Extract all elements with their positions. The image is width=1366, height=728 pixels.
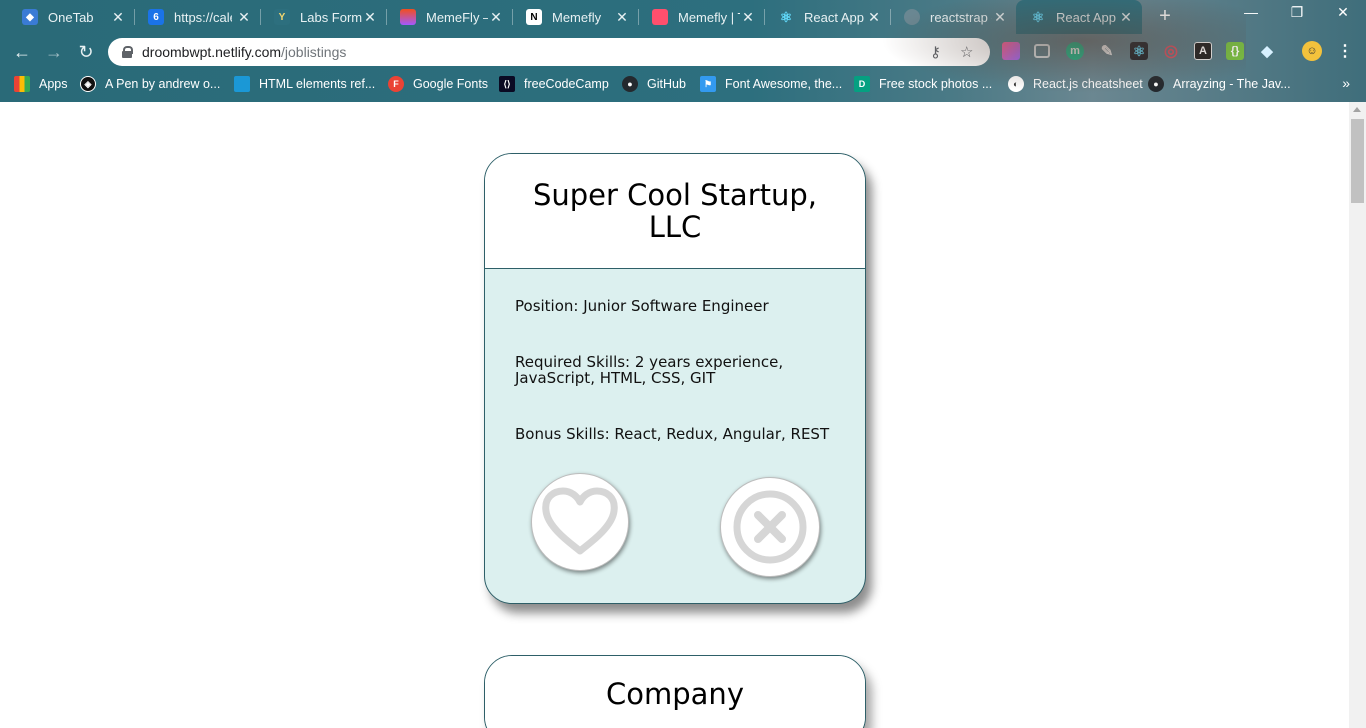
freecodecamp-icon: ⟨⟩ bbox=[499, 76, 515, 92]
bookmarks-bar: Apps ◈ A Pen by andrew o... HTML element… bbox=[0, 70, 1366, 98]
bookmark-reactjs-cheatsheet[interactable]: ◐ React.js cheatsheet bbox=[1008, 75, 1143, 93]
dislike-button[interactable] bbox=[720, 477, 820, 577]
profile-avatar-icon[interactable]: ☺ bbox=[1302, 41, 1322, 61]
bookmark-apps[interactable]: Apps bbox=[14, 75, 68, 93]
github-icon: ● bbox=[622, 76, 638, 92]
tab-memefly-figma[interactable]: MemeFly – ✕ bbox=[386, 0, 512, 34]
bookmark-codepen[interactable]: ◈ A Pen by andrew o... bbox=[80, 75, 220, 93]
tab-memefly-notion[interactable]: N Memefly ✕ bbox=[512, 0, 638, 34]
scroll-up-arrow-icon[interactable] bbox=[1353, 107, 1361, 112]
figma-icon bbox=[400, 9, 416, 25]
trello-icon bbox=[652, 9, 668, 25]
json-formatter-icon[interactable]: {} bbox=[1226, 42, 1244, 60]
react-icon: ⚛ bbox=[779, 8, 793, 25]
lock-icon bbox=[122, 46, 133, 58]
required-skills: Required Skills: 2 years experience, Jav… bbox=[515, 353, 784, 387]
reactstrap-icon bbox=[904, 9, 920, 25]
job-card-header: Super Cool Startup, LLC bbox=[485, 154, 865, 269]
codepen-icon: ◈ bbox=[80, 76, 96, 92]
globe-icon: ◐ bbox=[1008, 76, 1024, 92]
job-position: Position: Junior Software Engineer bbox=[515, 297, 769, 315]
restore-icon[interactable]: ❐ bbox=[1282, 4, 1312, 21]
font-awesome-icon: ⚑ bbox=[700, 76, 716, 92]
page-scrollbar[interactable] bbox=[1349, 102, 1366, 728]
like-button[interactable] bbox=[531, 473, 629, 571]
react-icon: ⚛ bbox=[1031, 8, 1045, 25]
scroll-thumb[interactable] bbox=[1351, 119, 1364, 203]
bookmark-arrayzing[interactable]: ● Arrayzing - The Jav... bbox=[1148, 75, 1291, 93]
screen-capture-icon[interactable] bbox=[1034, 44, 1050, 58]
browser-chrome: ◆ OneTab ✕ 6 https://cale ✕ Y Labs Forms… bbox=[0, 0, 1366, 102]
github-icon: ● bbox=[1148, 76, 1164, 92]
eyedropper-icon[interactable]: ✎ bbox=[1098, 42, 1116, 60]
bookmark-pexels[interactable]: D Free stock photos ... bbox=[854, 75, 992, 93]
mercury-extension-icon[interactable]: m bbox=[1066, 42, 1084, 60]
mdn-icon bbox=[234, 76, 250, 92]
reload-icon[interactable]: ↻ bbox=[74, 41, 98, 63]
onetab-icon: ◆ bbox=[22, 9, 38, 25]
tab-labs-forms[interactable]: Y Labs Forms ✕ bbox=[260, 0, 386, 34]
tab-memefly-trello[interactable]: Memefly | T ✕ bbox=[638, 0, 764, 34]
company-name: Super Cool Startup, LLC bbox=[532, 178, 818, 244]
job-card: Company bbox=[484, 655, 866, 728]
tab-strip: ◆ OneTab ✕ 6 https://cale ✕ Y Labs Forms… bbox=[0, 0, 1366, 34]
tab-reactstrap[interactable]: reactstrap - ✕ bbox=[890, 0, 1016, 34]
google-fonts-icon: F bbox=[388, 76, 404, 92]
calendar-icon: 6 bbox=[148, 9, 164, 25]
job-card-header: Company bbox=[485, 656, 865, 728]
notion-icon: N bbox=[526, 9, 542, 25]
company-name: Company bbox=[606, 677, 744, 711]
typeform-icon: Y bbox=[274, 9, 290, 25]
forward-arrow-icon[interactable]: → bbox=[42, 41, 66, 63]
close-icon[interactable]: ✕ bbox=[362, 9, 378, 25]
close-icon[interactable]: ✕ bbox=[110, 9, 126, 25]
job-card: Super Cool Startup, LLC Position: Junior… bbox=[484, 153, 866, 604]
chevron-double-right-icon[interactable]: » bbox=[1342, 75, 1350, 91]
bookmark-font-awesome[interactable]: ⚑ Font Awesome, the... bbox=[700, 75, 842, 93]
close-icon[interactable]: ✕ bbox=[488, 9, 504, 25]
bookmark-mdn[interactable]: HTML elements ref... bbox=[234, 75, 375, 93]
close-icon[interactable]: ✕ bbox=[740, 9, 756, 25]
extension-gradient-icon[interactable] bbox=[1002, 42, 1020, 60]
close-icon[interactable]: ✕ bbox=[866, 9, 882, 25]
new-tab-button[interactable]: + bbox=[1154, 6, 1176, 28]
bonus-skills: Bonus Skills: React, Redux, Angular, RES… bbox=[515, 425, 830, 443]
close-icon[interactable]: ✕ bbox=[992, 9, 1008, 25]
tab-react-app[interactable]: ⚛ React App ✕ bbox=[764, 0, 890, 34]
apps-grid-icon bbox=[14, 76, 30, 92]
close-icon[interactable]: ✕ bbox=[1118, 9, 1134, 25]
bookmark-freecodecamp[interactable]: ⟨⟩ freeCodeCamp bbox=[499, 75, 609, 93]
back-arrow-icon[interactable]: ← bbox=[10, 41, 34, 63]
key-icon[interactable]: ⚷ bbox=[930, 43, 941, 61]
browser-toolbar: ← → ↻ droombwpt.netlify.com/joblistings … bbox=[0, 34, 1366, 70]
diamond-extension-icon[interactable]: ◆ bbox=[1258, 42, 1276, 60]
bookmark-star-icon[interactable]: ☆ bbox=[960, 43, 973, 61]
redux-devtools-icon[interactable]: ◎ bbox=[1162, 42, 1180, 60]
tab-onetab[interactable]: ◆ OneTab ✕ bbox=[8, 0, 134, 34]
card-actions bbox=[515, 473, 835, 603]
close-icon[interactable]: ✕ bbox=[236, 9, 252, 25]
menu-kebab-icon[interactable]: ⋮ bbox=[1336, 42, 1354, 60]
close-circle-icon bbox=[733, 490, 807, 564]
text-extension-icon[interactable]: A bbox=[1194, 42, 1212, 60]
react-devtools-icon[interactable]: ⚛ bbox=[1130, 42, 1148, 60]
page-viewport: Super Cool Startup, LLC Position: Junior… bbox=[0, 102, 1349, 728]
minimize-icon[interactable]: — bbox=[1236, 4, 1266, 20]
close-icon[interactable]: ✕ bbox=[614, 9, 630, 25]
bookmark-github[interactable]: ● GitHub bbox=[622, 75, 686, 93]
tab-react-app-active[interactable]: ⚛ React App ✕ bbox=[1016, 0, 1142, 34]
bookmark-google-fonts[interactable]: F Google Fonts bbox=[388, 75, 488, 93]
tab-calendar[interactable]: 6 https://cale ✕ bbox=[134, 0, 260, 34]
heart-icon bbox=[542, 487, 618, 555]
job-card-body: Position: Junior Software Engineer Requi… bbox=[485, 269, 865, 603]
close-window-icon[interactable]: ✕ bbox=[1328, 4, 1358, 21]
pexels-icon: D bbox=[854, 76, 870, 92]
address-bar[interactable]: droombwpt.netlify.com/joblistings ⚷ ☆ bbox=[108, 38, 990, 66]
